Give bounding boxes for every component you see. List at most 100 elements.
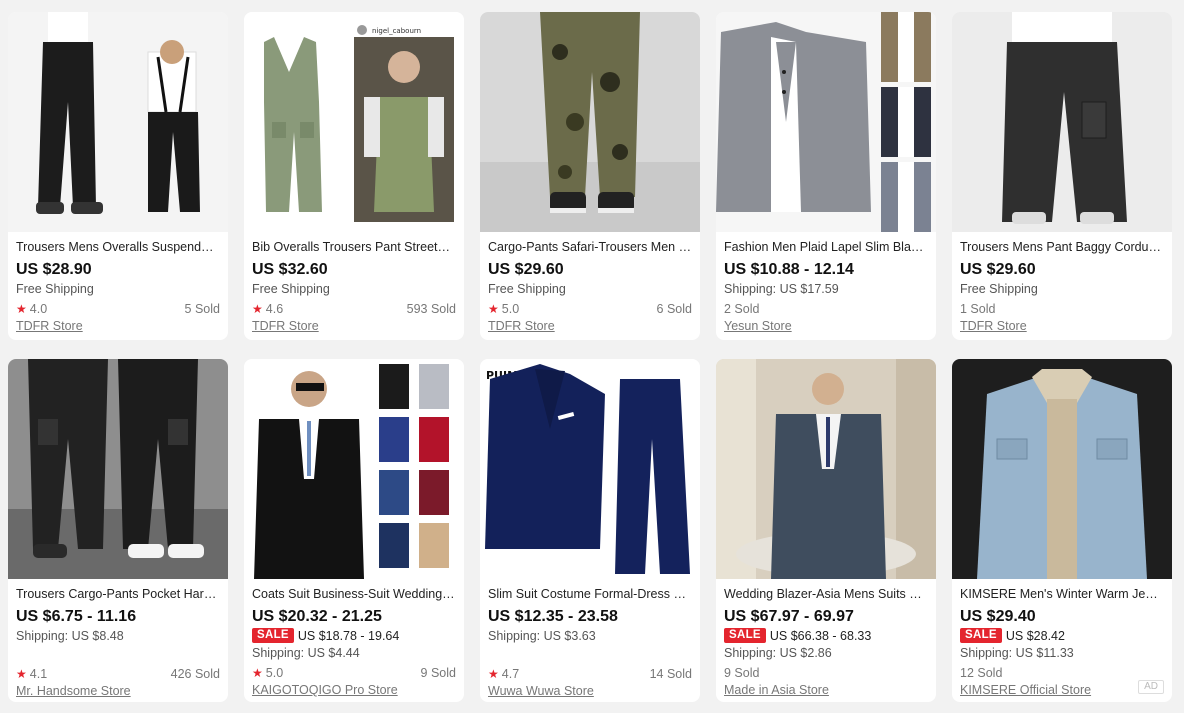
sale-badge: SALE [252,628,294,643]
product-title[interactable]: Trousers Mens Overalls Suspenders Pants … [16,239,220,256]
shipping-info: Free Shipping [960,282,1038,296]
product-price: US $29.60 [488,261,564,278]
product-price: US $6.75 - 11.16 [16,608,137,625]
product-price: US $29.40 [960,608,1036,625]
product-price: US $67.97 - 69.97 [724,608,854,625]
product-stats: 9 Sold [724,664,928,682]
sold-count: 12 Sold [960,666,1003,680]
product-card[interactable]: Cargo-Pants Safari-Trousers Men Jogger C… [480,12,700,340]
product-card[interactable]: PUIMEN Slim Suit Costume Formal-Dress Bu… [480,359,700,702]
rating-value: 4.6 [265,302,284,316]
product-image[interactable] [952,12,1172,232]
star-icon: ★ [252,666,263,680]
shipping-info: Free Shipping [252,282,330,296]
product-image[interactable] [8,359,228,579]
rating: ★ 4.7 [488,665,519,683]
star-icon: ★ [488,667,499,681]
product-title[interactable]: Wedding Blazer-Asia Mens Suits 3 Pieces … [724,586,928,603]
shipping-info: Shipping: US $3.63 [488,629,596,643]
sale-price: US $66.38 - 68.33 [769,628,872,643]
rating-value: 4.0 [29,302,48,316]
product-image[interactable]: PUIMEN [480,359,700,579]
sold-count: 5 Sold [184,302,220,316]
product-stats: ★ 5.0 6 Sold [488,300,692,318]
store-link[interactable]: TDFR Store [252,318,319,334]
product-title[interactable]: Bib Overalls Trousers Pant Streetwear Me… [252,239,456,256]
store-link[interactable]: Mr. Handsome Store [16,683,131,699]
product-title[interactable]: Trousers Mens Pant Baggy Corduroy Cargo … [960,239,1164,256]
product-image[interactable] [716,359,936,579]
product-title[interactable]: Fashion Men Plaid Lapel Slim Blazer Suit… [724,239,928,256]
shipping-info: Shipping: US $17.59 [724,282,839,296]
star-icon: ★ [252,302,263,316]
product-stats: 1 Sold [960,300,1164,318]
sale-price: US $28.42 [1005,628,1065,643]
product-card[interactable]: Trousers Cargo-Pants Pocket Harem Jogger… [8,359,228,702]
product-image[interactable] [716,12,936,232]
sale-line: SALE US $18.78 - 19.64 [252,627,456,644]
product-title[interactable]: Cargo-Pants Safari-Trousers Men Jogger C… [488,239,692,256]
shipping-info: Shipping: US $11.33 [960,646,1074,660]
product-price: US $29.60 [960,261,1036,278]
product-card[interactable]: nigel_cabourn Bib Overalls Trousers Pant… [244,12,464,340]
shipping-info: Free Shipping [488,282,566,296]
product-image[interactable] [8,12,228,232]
sold-count: 6 Sold [656,302,692,316]
product-stats: 2 Sold [724,300,928,318]
star-icon: ★ [16,667,27,681]
star-icon: ★ [16,302,27,316]
product-image[interactable]: nigel_cabourn [244,12,464,232]
rating-value: 4.1 [29,667,48,681]
sold-count: 2 Sold [724,302,760,316]
sale-price: US $18.78 - 19.64 [297,628,400,643]
product-card[interactable]: KIMSERE Men's Winter Warm Jean Jackets F… [952,359,1172,702]
rating: ★ 5.0 [488,300,519,318]
sold-count: 593 Sold [406,302,456,316]
product-title[interactable]: KIMSERE Men's Winter Warm Jean Jackets F… [960,586,1164,603]
sold-count: 9 Sold [724,666,760,680]
store-link[interactable]: Yesun Store [724,318,792,334]
shipping-info: Shipping: US $8.48 [16,629,124,643]
rating: ★ 4.1 [16,665,47,683]
product-title[interactable]: Slim Suit Costume Formal-Dress Business … [488,586,692,603]
product-card[interactable]: Fashion Men Plaid Lapel Slim Blazer Suit… [716,12,936,340]
star-icon: ★ [488,302,499,316]
store-link[interactable]: TDFR Store [16,318,83,334]
product-image[interactable] [952,359,1172,579]
store-link[interactable]: Made in Asia Store [724,682,829,698]
store-link[interactable]: Wuwa Wuwa Store [488,683,594,699]
shipping-info: Shipping: US $2.86 [724,646,832,660]
product-title[interactable]: Trousers Cargo-Pants Pocket Harem Jogger… [16,586,220,603]
product-price: US $32.60 [252,261,328,278]
store-link[interactable]: TDFR Store [488,318,555,334]
sale-badge: SALE [960,628,1002,643]
product-title[interactable]: Coats Suit Business-Suit Wedding-Dress B… [252,586,456,603]
rating: ★ 4.0 [16,300,47,318]
product-image[interactable] [244,359,464,579]
store-link[interactable]: KIMSERE Official Store [960,682,1091,698]
product-card[interactable]: Coats Suit Business-Suit Wedding-Dress B… [244,359,464,702]
ad-badge: AD [1138,680,1164,694]
sold-count: 14 Sold [649,667,692,681]
product-card[interactable]: Wedding Blazer-Asia Mens Suits 3 Pieces … [716,359,936,702]
product-stats: ★ 4.6 593 Sold [252,300,456,318]
shipping-info: Shipping: US $4.44 [252,646,360,660]
sale-line: SALE US $66.38 - 68.33 [724,627,928,644]
store-link[interactable]: TDFR Store [960,318,1027,334]
sale-line: SALE US $28.42 [960,627,1164,644]
rating-value: 5.0 [501,302,520,316]
rating-value: 5.0 [265,666,284,680]
product-stats: ★ 4.0 5 Sold [16,300,220,318]
product-image[interactable] [480,12,700,232]
image-watermark-text: nigel_cabourn [372,27,421,35]
product-price: US $12.35 - 23.58 [488,608,618,625]
product-card[interactable]: Trousers Mens Overalls Suspenders Pants … [8,12,228,340]
shipping-info: Free Shipping [16,282,94,296]
product-card[interactable]: Trousers Mens Pant Baggy Corduroy Cargo … [952,12,1172,340]
rating: ★ 5.0 [252,664,283,682]
product-grid: Trousers Mens Overalls Suspenders Pants … [0,0,1184,713]
product-stats: ★ 5.0 9 Sold [252,664,456,682]
product-stats: 12 Sold [960,664,1164,682]
product-stats: ★ 4.7 14 Sold [488,665,692,683]
store-link[interactable]: KAIGOTOQIGO Pro Store [252,682,398,698]
